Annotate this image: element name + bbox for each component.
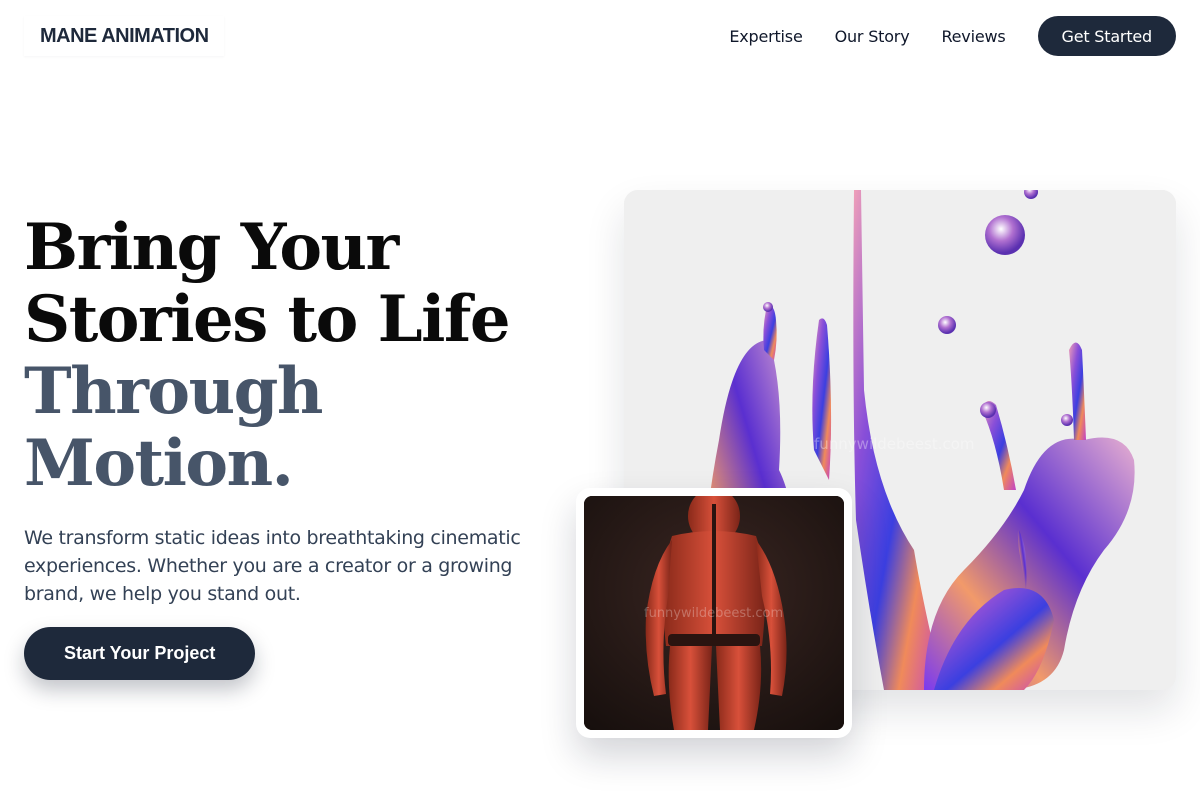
- nav-link-expertise[interactable]: Expertise: [729, 27, 802, 46]
- headline-line-4: Motion.: [24, 426, 294, 501]
- character-render-image: funnywildebeest.com: [584, 496, 844, 730]
- brand-logo[interactable]: MANE ANIMATION: [24, 16, 224, 56]
- hero-subtext: We transform static ideas into breathtak…: [24, 527, 521, 605]
- site-header: MANE ANIMATION Expertise Our Story Revie…: [0, 0, 1200, 80]
- main-nav: Expertise Our Story Reviews Get Started: [729, 16, 1176, 56]
- nav-link-reviews[interactable]: Reviews: [941, 27, 1005, 46]
- inset-image-watermark: funnywildebeest.com: [644, 606, 784, 621]
- start-project-button[interactable]: Start Your Project: [24, 627, 256, 680]
- hero-inset-card: funnywildebeest.com: [576, 488, 852, 738]
- get-started-button[interactable]: Get Started: [1037, 16, 1176, 56]
- headline-line-3: Through: [24, 354, 323, 429]
- headline-line-1: Bring Your: [24, 210, 399, 285]
- hero-headline: Bring Your Stories to Life Through Motio…: [24, 212, 564, 500]
- nav-link-our-story[interactable]: Our Story: [835, 27, 910, 46]
- headline-line-2: Stories to Life: [24, 282, 511, 357]
- main-image-watermark: funnywildebeest.com: [814, 435, 975, 453]
